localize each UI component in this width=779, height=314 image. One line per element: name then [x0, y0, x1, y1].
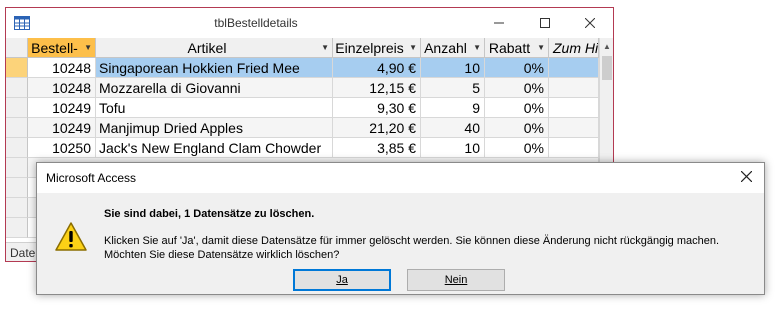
table-window-title: tblBestelldetails — [214, 16, 298, 30]
column-header-bestell[interactable]: Bestell- ▼ — [28, 38, 96, 58]
column-header-anzahl[interactable]: Anzahl ▼ — [421, 38, 485, 58]
column-header-rabatt[interactable]: Rabatt ▼ — [485, 38, 549, 58]
cell-rabatt[interactable]: 0% — [485, 118, 549, 138]
record-selector[interactable] — [6, 58, 28, 78]
dialog-message-line2: Möchten Sie diese Datensätze wirklich lö… — [104, 249, 340, 261]
cell-rabatt[interactable]: 0% — [485, 98, 549, 118]
cell-empty[interactable] — [549, 98, 599, 118]
cell-einzelpreis[interactable]: 21,20 € — [333, 118, 421, 138]
cell-anzahl[interactable]: 9 — [421, 98, 485, 118]
dropdown-arrow-icon[interactable]: ▼ — [321, 38, 329, 57]
dialog-message-line1: Klicken Sie auf 'Ja', damit diese Datens… — [104, 235, 720, 247]
record-selector[interactable] — [6, 98, 28, 118]
column-header-label: Einzelpreis — [335, 40, 404, 56]
cell-anzahl[interactable]: 10 — [421, 58, 485, 78]
cell-rabatt[interactable]: 0% — [485, 78, 549, 98]
scroll-up-icon[interactable]: ▲ — [603, 42, 611, 51]
table-row[interactable]: 10249 Tofu 9,30 € 9 0% — [6, 98, 613, 118]
record-selector[interactable] — [6, 78, 28, 98]
cell-anzahl[interactable]: 5 — [421, 78, 485, 98]
cell-artikel[interactable]: Manjimup Dried Apples — [96, 118, 333, 138]
dropdown-arrow-icon[interactable]: ▼ — [473, 38, 481, 57]
record-selector[interactable] — [6, 138, 28, 158]
cell-artikel[interactable]: Mozzarella di Giovanni — [96, 78, 333, 98]
cell-einzelpreis[interactable]: 9,30 € — [333, 98, 421, 118]
column-header-artikel[interactable]: Artikel ▼ — [96, 38, 333, 58]
warning-icon — [54, 221, 88, 253]
scrollbar-thumb[interactable] — [602, 56, 612, 80]
record-selector[interactable] — [6, 218, 28, 238]
table-row[interactable]: 10248 Mozzarella di Giovanni 12,15 € 5 0… — [6, 78, 613, 98]
cell-bestell[interactable]: 10248 — [28, 58, 96, 78]
dialog-body: Sie sind dabei, 1 Datensätze zu löschen.… — [37, 193, 764, 294]
column-header-label: Artikel — [187, 40, 227, 56]
table-row[interactable]: 10250 Jack's New England Clam Chowder 3,… — [6, 138, 613, 158]
cell-bestell[interactable]: 10249 — [28, 118, 96, 138]
cell-einzelpreis[interactable]: 12,15 € — [333, 78, 421, 98]
yes-button[interactable]: Ja — [293, 269, 391, 291]
cell-artikel[interactable]: Singaporean Hokkien Fried Mee — [96, 58, 333, 78]
cell-einzelpreis[interactable]: 3,85 € — [333, 138, 421, 158]
delete-confirm-dialog: Microsoft Access Sie sind dabei, 1 Daten… — [36, 162, 765, 295]
cell-empty[interactable] — [549, 118, 599, 138]
column-header-label: Bestell- — [31, 40, 78, 56]
dialog-close-button[interactable] — [728, 163, 764, 193]
cell-bestell[interactable]: 10248 — [28, 78, 96, 98]
column-header-label: Anzahl — [424, 40, 467, 56]
cell-rabatt[interactable]: 0% — [485, 58, 549, 78]
cell-artikel[interactable]: Tofu — [96, 98, 333, 118]
select-all-corner[interactable] — [6, 38, 28, 58]
no-button-label: Nein — [444, 274, 468, 286]
dialog-title: Microsoft Access — [46, 171, 137, 185]
no-button[interactable]: Nein — [407, 269, 505, 291]
column-header-label: Rabatt — [488, 40, 531, 56]
cell-einzelpreis[interactable]: 4,90 € — [333, 58, 421, 78]
yes-button-label: Ja — [336, 274, 348, 286]
dropdown-arrow-icon[interactable]: ▼ — [84, 38, 92, 57]
dropdown-arrow-icon[interactable]: ▼ — [537, 38, 545, 57]
table-row[interactable]: 10248 Singaporean Hokkien Fried Mee 4,90… — [6, 58, 613, 78]
record-selector[interactable] — [6, 158, 28, 178]
close-button[interactable] — [567, 8, 613, 38]
dialog-heading: Sie sind dabei, 1 Datensätze zu löschen. — [104, 208, 315, 220]
table-row[interactable]: 10249 Manjimup Dried Apples 21,20 € 40 0… — [6, 118, 613, 138]
vertical-scrollbar[interactable]: ▲ — [599, 38, 613, 168]
record-selector[interactable] — [6, 118, 28, 138]
cell-bestell[interactable]: 10249 — [28, 98, 96, 118]
cell-anzahl[interactable]: 10 — [421, 138, 485, 158]
column-header-einzelpreis[interactable]: Einzelpreis ▼ — [333, 38, 421, 58]
dropdown-arrow-icon[interactable]: ▼ — [409, 38, 417, 57]
table-window-titlebar[interactable]: tblBestelldetails — [6, 8, 613, 38]
record-selector[interactable] — [6, 178, 28, 198]
minimize-icon — [494, 18, 504, 28]
column-header-add[interactable]: Zum Hin — [549, 38, 599, 58]
header-row: Bestell- ▼ Artikel ▼ Einzelpreis ▼ Anzah… — [6, 38, 613, 58]
maximize-button[interactable] — [522, 8, 568, 38]
close-icon — [585, 18, 595, 28]
cell-empty[interactable] — [549, 78, 599, 98]
cell-rabatt[interactable]: 0% — [485, 138, 549, 158]
dialog-titlebar[interactable]: Microsoft Access — [37, 163, 764, 193]
maximize-icon — [540, 18, 550, 28]
cell-bestell[interactable]: 10250 — [28, 138, 96, 158]
cell-anzahl[interactable]: 40 — [421, 118, 485, 138]
minimize-button[interactable] — [476, 8, 522, 38]
close-icon — [740, 169, 752, 187]
record-selector[interactable] — [6, 198, 28, 218]
cell-artikel[interactable]: Jack's New England Clam Chowder — [96, 138, 333, 158]
cell-empty[interactable] — [549, 58, 599, 78]
cell-empty[interactable] — [549, 138, 599, 158]
column-header-label: Zum Hin — [553, 40, 599, 56]
